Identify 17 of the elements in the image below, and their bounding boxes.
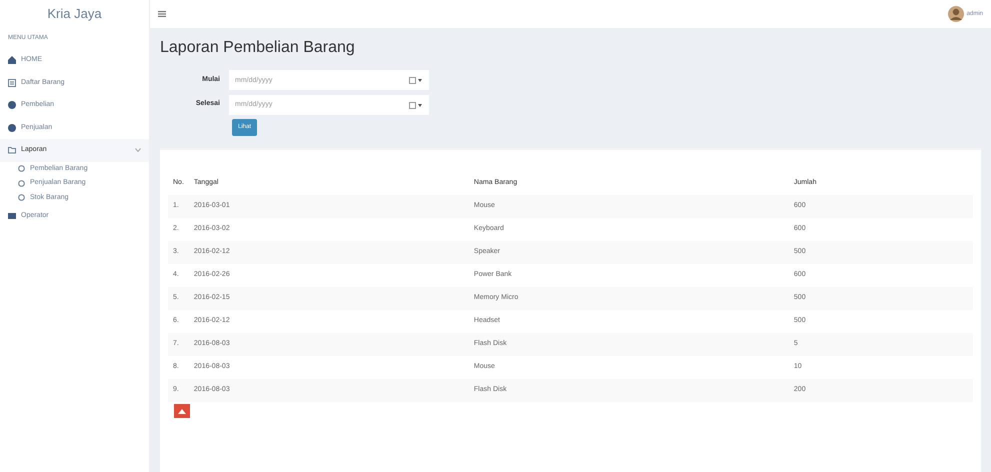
- circle-icon: [8, 101, 16, 110]
- circle-icon: [18, 165, 25, 172]
- chevron-up-icon: [178, 408, 186, 414]
- brand-name[interactable]: Kria Jaya: [0, 0, 149, 28]
- home-icon: [8, 56, 16, 64]
- circle-icon: [8, 124, 16, 132]
- circle-icon: [18, 194, 25, 202]
- calendar-icon[interactable]: [409, 102, 423, 108]
- calendar-icon[interactable]: [409, 77, 423, 84]
- list-icon: [8, 78, 16, 87]
- chevron-icon: [135, 147, 141, 154]
- scroll-top-button[interactable]: [174, 404, 190, 418]
- folder-icon: [8, 146, 16, 154]
- menu-icon[interactable]: [158, 11, 166, 17]
- avatar-icon[interactable]: [948, 6, 964, 22]
- page-title: Laporan Pembelian Barang: [159, 38, 356, 58]
- circle-icon: [18, 180, 25, 187]
